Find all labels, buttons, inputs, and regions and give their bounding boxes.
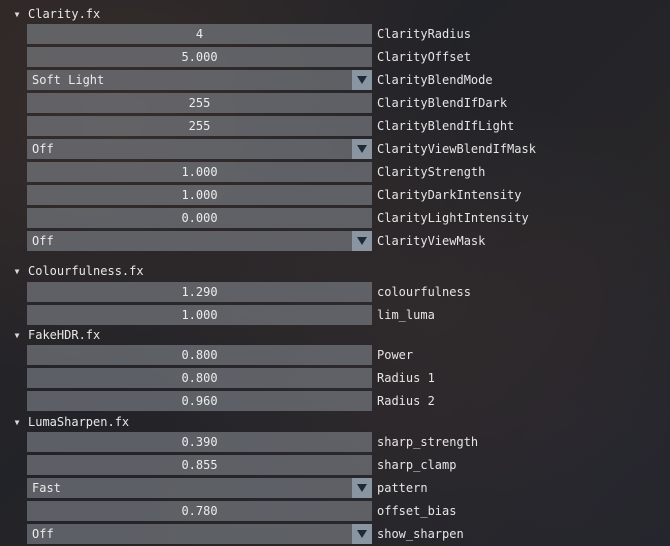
param-label: ClarityStrength [377,165,486,179]
effects-panel: ▼ Colourfulness.fx 1.290 colourfulness 1… [0,258,670,546]
slider-clarityradius[interactable]: 4 [27,24,372,44]
combo-value: Off [32,142,54,156]
section-title: FakeHDR.fx [28,328,101,342]
param-label: pattern [377,481,428,495]
param-label: ClarityRadius [377,27,471,41]
slider-radius-2[interactable]: 0.960 [27,391,372,411]
combo-clarityviewmask[interactable]: Off [27,231,372,251]
collapse-arrow-icon[interactable]: ▼ [10,418,24,427]
param-row-clarityblendiflight: 255 ClarityBlendIfLight [26,116,666,136]
combo-clarityblendmode[interactable]: Soft Light [27,70,372,90]
param-label: ClarityViewMask [377,234,486,248]
param-label: sharp_clamp [377,458,457,472]
param-label: Power [377,348,414,362]
param-row-pattern: Fast pattern [26,478,666,498]
slider-claritydarkintensity[interactable]: 1.000 [27,185,372,205]
slider-claritylightintensity[interactable]: 0.000 [27,208,372,228]
section-title: Colourfulness.fx [28,264,144,278]
param-label: ClarityBlendIfLight [377,119,515,133]
param-label: ClarityOffset [377,50,471,64]
section-header-lumasharpen[interactable]: ▼ LumaSharpen.fx [6,412,666,432]
param-label: Radius 2 [377,394,435,408]
section-header-fakehdr[interactable]: ▼ FakeHDR.fx [6,325,666,345]
slider-offset-bias[interactable]: 0.780 [27,501,372,521]
section-title: LumaSharpen.fx [28,415,130,429]
slider-sharp-strength[interactable]: 0.390 [27,432,372,452]
param-row-sharp-clamp: 0.855 sharp_clamp [26,455,666,475]
param-row-clarityblendmode: Soft Light ClarityBlendMode [26,70,666,90]
combo-dropdown-button[interactable] [352,231,372,251]
chevron-down-icon [357,76,367,84]
param-label: ClarityBlendMode [377,73,493,87]
chevron-down-icon [357,145,367,153]
param-label: ClarityViewBlendIfMask [377,142,536,156]
param-row-clarityviewblendifmask: Off ClarityViewBlendIfMask [26,139,666,159]
combo-value: Off [32,234,54,248]
param-label: ClarityLightIntensity [377,211,529,225]
param-row-clarityviewmask: Off ClarityViewMask [26,231,666,251]
slider-clarityoffset[interactable]: 5.000 [27,47,372,67]
param-label: ClarityBlendIfDark [377,96,508,110]
param-row-radius-2: 0.960 Radius 2 [26,391,666,411]
param-label: ClarityDarkIntensity [377,188,522,202]
combo-value: Soft Light [32,73,105,87]
param-row-clarityblendifdark: 255 ClarityBlendIfDark [26,93,666,113]
combo-dropdown-button[interactable] [352,524,372,544]
combo-show-sharpen[interactable]: Off [27,524,372,544]
slider-clarityblendiflight[interactable]: 255 [27,116,372,136]
clarity-panel: ▼ Clarity.fx 4 ClarityRadius 5.000 Clari… [0,0,670,256]
slider-clarityblendifdark[interactable]: 255 [27,93,372,113]
param-row-clarityoffset: 5.000 ClarityOffset [26,47,666,67]
param-row-offset-bias: 0.780 offset_bias [26,501,666,521]
param-label: sharp_strength [377,435,479,449]
chevron-down-icon [357,530,367,538]
slider-lim-luma[interactable]: 1.000 [27,305,372,325]
combo-clarityviewblendifmask[interactable]: Off [27,139,372,159]
param-row-show-sharpen: Off show_sharpen [26,524,666,544]
param-label: colourfulness [377,285,471,299]
param-row-lim-luma: 1.000 lim_luma [26,305,666,325]
param-row-radius-1: 0.800 Radius 1 [26,368,666,388]
param-label: lim_luma [377,308,435,322]
section-title: Clarity.fx [28,7,101,21]
param-row-power: 0.800 Power [26,345,666,365]
slider-colourfulness[interactable]: 1.290 [27,282,372,302]
section-header-clarity[interactable]: ▼ Clarity.fx [6,4,666,24]
slider-radius-1[interactable]: 0.800 [27,368,372,388]
param-row-clarityradius: 4 ClarityRadius [26,24,666,44]
param-row-claritylightintensity: 0.000 ClarityLightIntensity [26,208,666,228]
chevron-down-icon [357,484,367,492]
collapse-arrow-icon[interactable]: ▼ [10,331,24,340]
combo-value: Fast [32,481,61,495]
combo-dropdown-button[interactable] [352,478,372,498]
section-header-colourfulness[interactable]: ▼ Colourfulness.fx [6,261,666,281]
combo-value: Off [32,527,54,541]
param-label: show_sharpen [377,527,464,541]
param-label: Radius 1 [377,371,435,385]
param-label: offset_bias [377,504,457,518]
param-row-claritystrength: 1.000 ClarityStrength [26,162,666,182]
slider-claritystrength[interactable]: 1.000 [27,162,372,182]
param-row-claritydarkintensity: 1.000 ClarityDarkIntensity [26,185,666,205]
chevron-down-icon [357,237,367,245]
slider-sharp-clamp[interactable]: 0.855 [27,455,372,475]
combo-dropdown-button[interactable] [352,70,372,90]
param-row-colourfulness: 1.290 colourfulness [26,282,666,302]
combo-dropdown-button[interactable] [352,139,372,159]
slider-power[interactable]: 0.800 [27,345,372,365]
combo-pattern[interactable]: Fast [27,478,372,498]
param-row-sharp-strength: 0.390 sharp_strength [26,432,666,452]
collapse-arrow-icon[interactable]: ▼ [10,267,24,276]
collapse-arrow-icon[interactable]: ▼ [10,10,24,19]
